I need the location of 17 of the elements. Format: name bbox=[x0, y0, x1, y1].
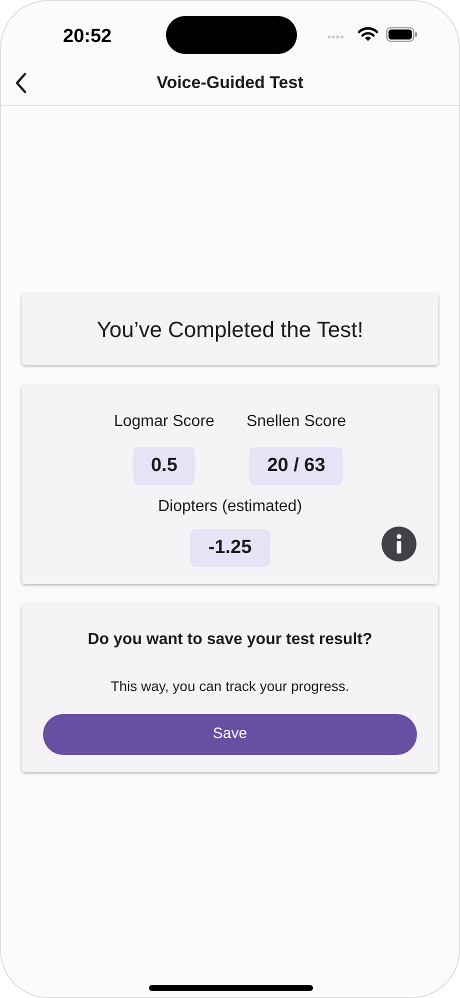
score-value: 0.5 bbox=[132, 447, 196, 485]
battery-icon bbox=[386, 27, 418, 42]
info-icon[interactable] bbox=[381, 526, 417, 562]
score-value: -1.25 bbox=[190, 529, 270, 567]
status-time: 20:52 bbox=[63, 25, 112, 49]
score-label: Logmar Score bbox=[114, 412, 214, 432]
score-label: Diopters (estimated) bbox=[158, 497, 302, 517]
wifi-icon bbox=[358, 27, 378, 42]
save-note: This way, you can track your progress. bbox=[110, 677, 350, 696]
back-icon[interactable] bbox=[14, 72, 28, 94]
save-question: Do you want to save your test result? bbox=[88, 630, 372, 650]
score-value: 20 / 63 bbox=[249, 447, 344, 485]
screen-title: Voice-Guided Test bbox=[156, 72, 304, 94]
save-button[interactable]: Save bbox=[43, 714, 417, 755]
score-label: Snellen Score bbox=[246, 412, 346, 432]
signal-icon bbox=[327, 35, 344, 39]
completion-title: You’ve Completed the Test! bbox=[96, 316, 364, 344]
